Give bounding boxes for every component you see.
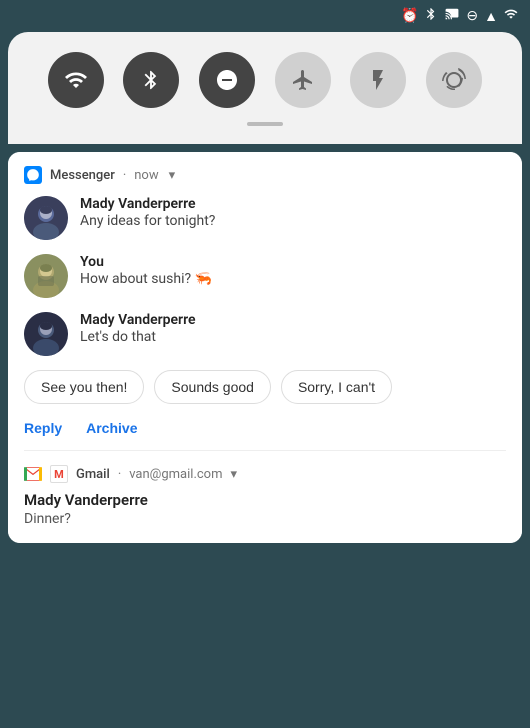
gmail-account: · — [118, 467, 121, 482]
rotate-toggle[interactable] — [426, 52, 482, 108]
messenger-time: · — [123, 168, 126, 183]
gmail-app-icon — [24, 465, 42, 483]
reply-button[interactable]: Reply — [24, 420, 62, 436]
status-bar: ⏰ ⊖ ▲ — [0, 0, 530, 32]
quick-replies: See you then! Sounds good Sorry, I can't — [24, 370, 506, 404]
gmail-subject: Dinner? — [24, 511, 506, 527]
avatar-you — [24, 254, 68, 298]
quick-reply-sorry[interactable]: Sorry, I can't — [281, 370, 392, 404]
message-sender-2: You — [80, 254, 506, 270]
gmail-notification: M Gmail · van@gmail.com ▾ Mady Vanderper… — [8, 451, 522, 543]
message-row-3: Mady Vanderperre Let's do that — [24, 312, 506, 356]
message-content-2: You How about sushi? 🦐 — [80, 254, 506, 287]
alarm-icon: ⏰ — [401, 8, 418, 24]
dnd-icon: ⊖ — [466, 8, 478, 24]
message-row-2: You How about sushi? 🦐 — [24, 254, 506, 298]
message-text-1: Any ideas for tonight? — [80, 213, 506, 229]
cast-icon — [444, 7, 460, 25]
messenger-header: Messenger · now ▾ — [24, 166, 506, 184]
gmail-m-icon: M — [50, 465, 68, 483]
message-row-1: Mady Vanderperre Any ideas for tonight? — [24, 196, 506, 240]
dnd-toggle[interactable] — [199, 52, 255, 108]
signal-icon — [504, 7, 518, 25]
messenger-notification: Messenger · now ▾ Mady Vanderperre Any i… — [8, 152, 522, 450]
message-sender-3: Mady Vanderperre — [80, 312, 506, 328]
gmail-email: van@gmail.com — [129, 467, 222, 482]
avatar-mady-1 — [24, 196, 68, 240]
messenger-app-name: Messenger — [50, 168, 115, 183]
notifications-container: Messenger · now ▾ Mady Vanderperre Any i… — [8, 152, 522, 543]
message-text-3: Let's do that — [80, 329, 506, 345]
message-content-1: Mady Vanderperre Any ideas for tonight? — [80, 196, 506, 229]
messenger-app-icon — [24, 166, 42, 184]
messenger-chevron-icon: ▾ — [169, 168, 176, 183]
message-content-3: Mady Vanderperre Let's do that — [80, 312, 506, 345]
quick-settings-icons — [38, 52, 492, 108]
airplane-toggle[interactable] — [275, 52, 331, 108]
archive-button[interactable]: Archive — [86, 420, 137, 436]
gmail-app-name: Gmail — [76, 467, 110, 482]
panel-handle — [247, 122, 283, 126]
gmail-sender: Mady Vanderperre — [24, 491, 506, 509]
bluetooth-toggle[interactable] — [123, 52, 179, 108]
quick-reply-sounds-good[interactable]: Sounds good — [154, 370, 271, 404]
avatar-mady-2 — [24, 312, 68, 356]
quick-reply-see-you[interactable]: See you then! — [24, 370, 144, 404]
gmail-chevron-icon: ▾ — [231, 467, 238, 482]
wifi-toggle[interactable] — [48, 52, 104, 108]
message-text-2: How about sushi? 🦐 — [80, 271, 506, 287]
notification-actions: Reply Archive — [24, 418, 506, 438]
wifi-full-icon: ▲ — [484, 8, 498, 25]
bluetooth-icon — [424, 6, 438, 26]
quick-settings-panel — [8, 32, 522, 144]
messenger-timestamp: now — [134, 168, 158, 183]
gmail-header: M Gmail · van@gmail.com ▾ — [24, 465, 506, 483]
flashlight-toggle[interactable] — [350, 52, 406, 108]
message-sender-1: Mady Vanderperre — [80, 196, 506, 212]
